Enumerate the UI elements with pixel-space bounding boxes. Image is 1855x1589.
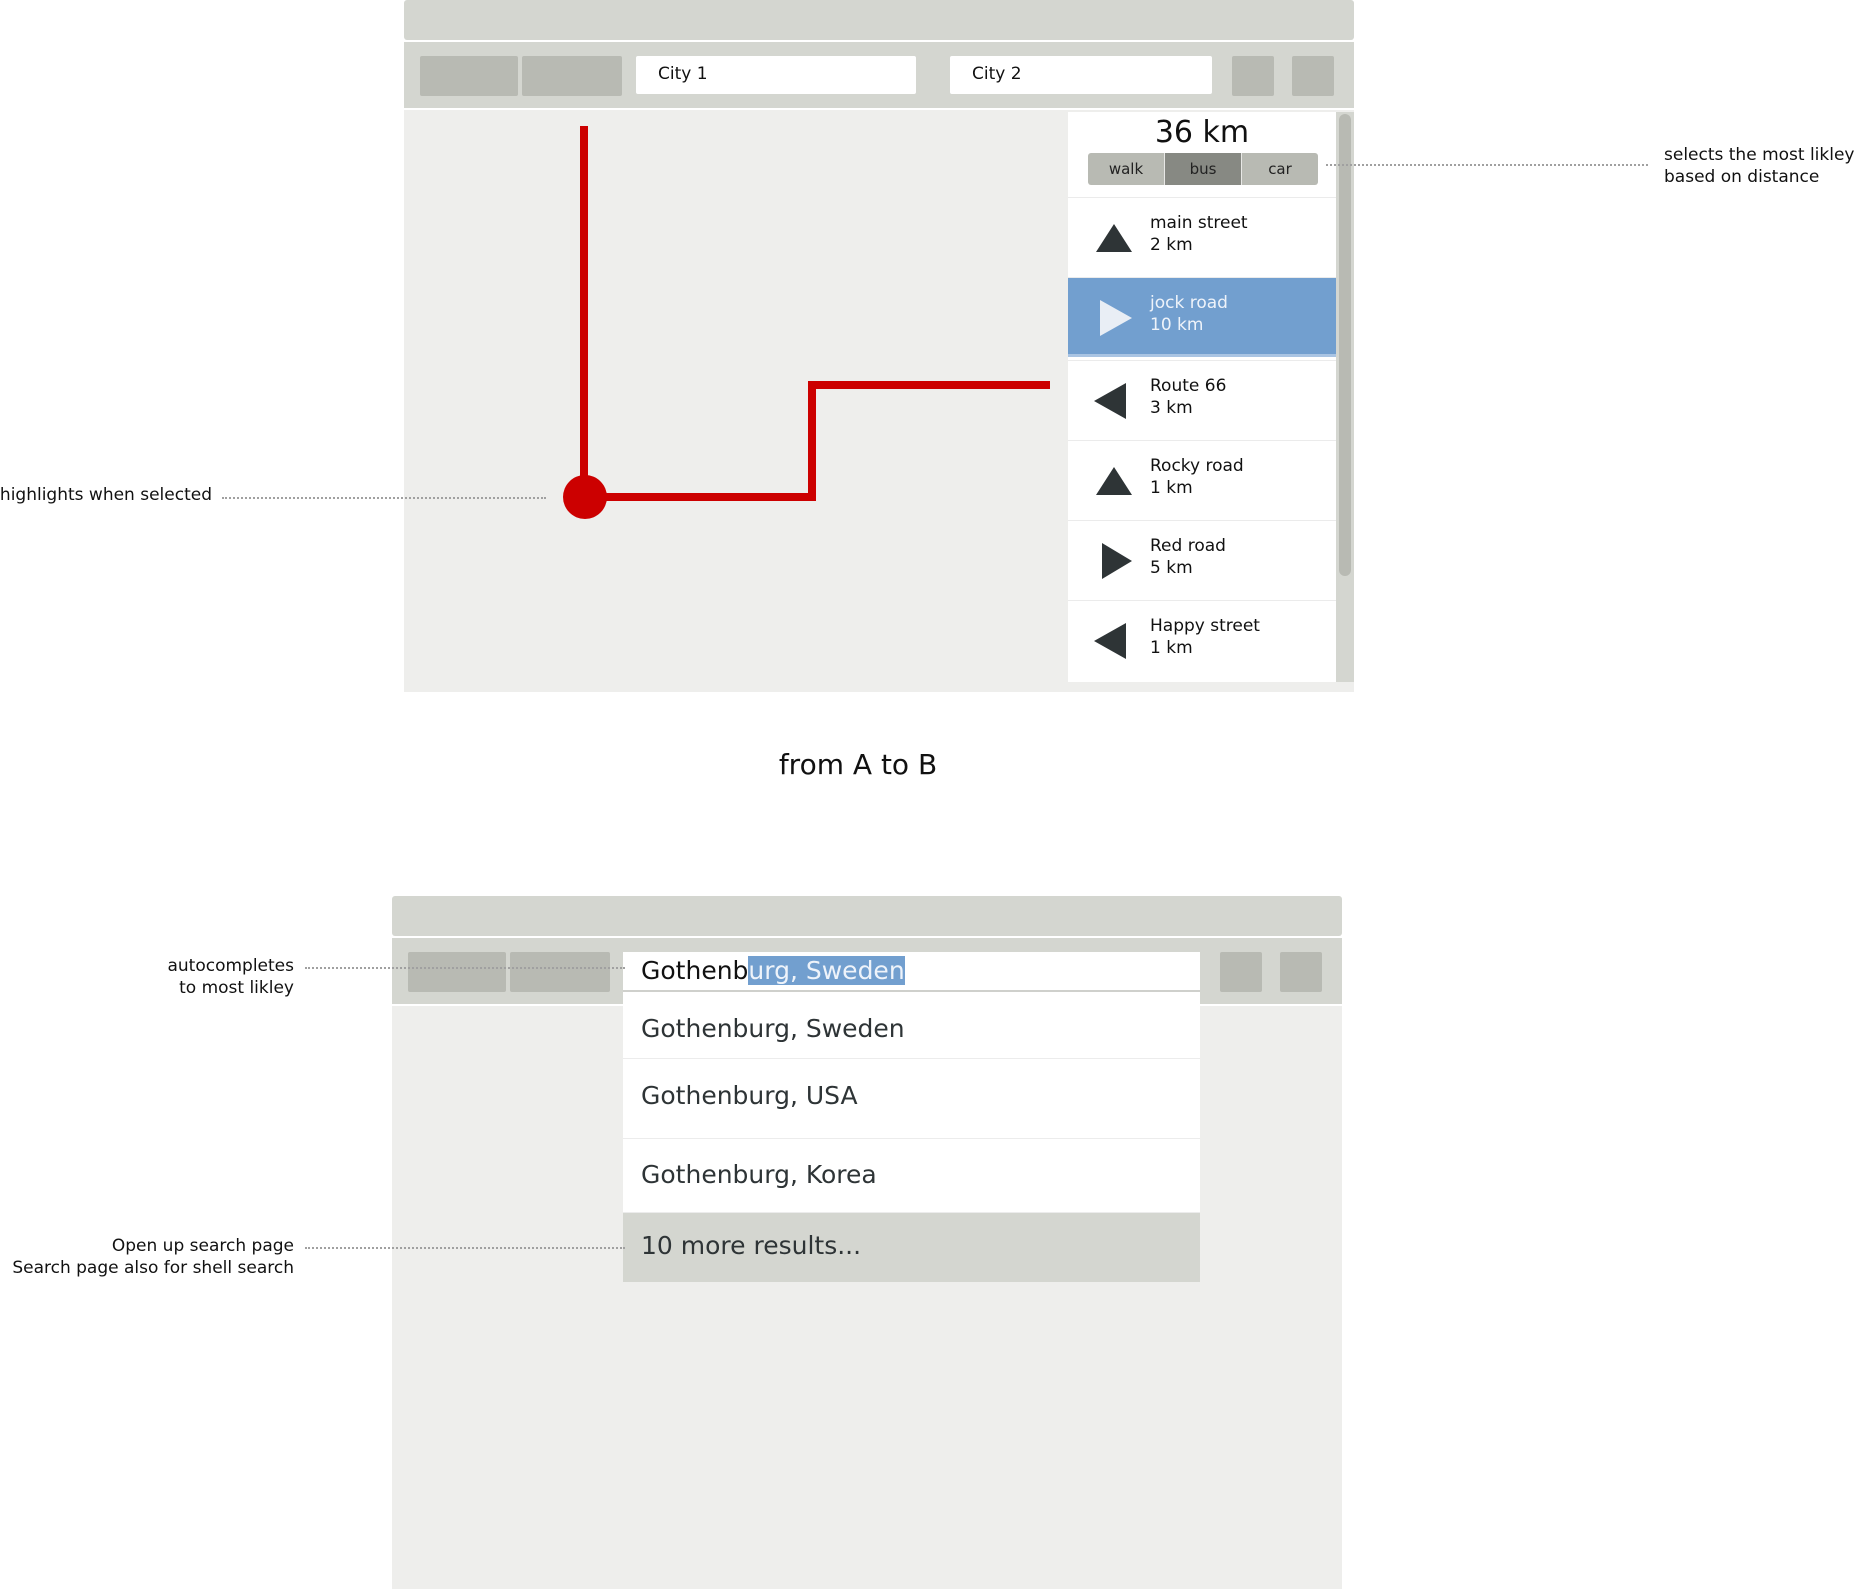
route-step[interactable]: main street 2 km — [1068, 197, 1336, 277]
directions-panel: 36 km walk bus car main street 2 km jock … — [1068, 112, 1336, 682]
suggestion-item[interactable]: Gothenburg, Sweden — [623, 992, 1200, 1059]
annotation-autocomplete: autocompletes to most likley — [167, 955, 294, 999]
toolbar-button-1[interactable] — [1220, 952, 1262, 992]
step-distance: 1 km — [1150, 638, 1193, 658]
back-button[interactable] — [408, 952, 506, 992]
route-path — [563, 126, 1050, 519]
annotation-line — [305, 1247, 625, 1249]
arrow-right-icon — [1100, 300, 1132, 336]
step-distance: 2 km — [1150, 235, 1193, 255]
scrollbar-track[interactable] — [1336, 112, 1354, 682]
step-name: Happy street — [1150, 616, 1260, 636]
annotation-map: highlights when selected — [0, 485, 212, 505]
search-window: Gothenburg, Sweden Gothenburg, Sweden Go… — [392, 896, 1342, 1589]
step-name: Route 66 — [1150, 376, 1227, 396]
city2-input[interactable]: City 2 — [950, 56, 1212, 94]
title-bar — [404, 0, 1354, 40]
step-name: Red road — [1150, 536, 1226, 556]
arrow-up-icon — [1096, 224, 1132, 252]
toolbar-button-2[interactable] — [1292, 56, 1334, 96]
forward-button[interactable] — [522, 56, 622, 96]
route-step[interactable]: Happy street 1 km — [1068, 600, 1336, 680]
search-autocomplete-selection: urg, Sweden — [748, 956, 905, 985]
annotation-more-results: Open up search page Search page also for… — [12, 1235, 294, 1279]
annotation-mode: selects the most likley based on distanc… — [1664, 144, 1855, 188]
transport-mode-selector: walk bus car — [1088, 153, 1318, 185]
autocomplete-dropdown: Gothenburg, Sweden Gothenburg, USA Gothe… — [623, 992, 1200, 1282]
step-distance: 1 km — [1150, 478, 1193, 498]
scrollbar-thumb[interactable] — [1339, 114, 1351, 576]
annotation-line-2: based on distance — [1664, 167, 1820, 187]
step-distance: 10 km — [1150, 315, 1204, 335]
arrow-up-icon — [1096, 467, 1132, 495]
annotation-line-1: Open up search page — [111, 1236, 294, 1256]
route-step[interactable]: Red road 5 km — [1068, 520, 1336, 600]
mode-walk[interactable]: walk — [1088, 153, 1165, 185]
page-caption: from A to B — [778, 748, 938, 781]
step-distance: 5 km — [1150, 558, 1193, 578]
annotation-line-1: autocompletes — [167, 956, 294, 976]
mode-bus[interactable]: bus — [1165, 153, 1242, 185]
title-bar — [392, 896, 1342, 936]
route-window: City 1 City 2 36 km walk bus car main st… — [404, 0, 1354, 692]
arrow-left-icon — [1094, 383, 1126, 419]
annotation-line-1: selects the most likley — [1664, 145, 1855, 165]
more-results-button[interactable]: 10 more results... — [623, 1213, 1200, 1282]
step-name: Rocky road — [1150, 456, 1244, 476]
route-start-marker — [563, 475, 607, 519]
toolbar-button-1[interactable] — [1232, 56, 1274, 96]
step-name: main street — [1150, 213, 1248, 233]
arrow-right-icon — [1102, 543, 1132, 579]
suggestion-item[interactable]: Gothenburg, Korea — [623, 1139, 1200, 1213]
mode-car[interactable]: car — [1242, 153, 1318, 185]
route-step-selected[interactable]: jock road 10 km — [1068, 277, 1336, 357]
suggestion-item[interactable]: Gothenburg, USA — [623, 1059, 1200, 1139]
arrow-left-icon — [1094, 623, 1126, 659]
annotation-line-2: Search page also for shell search — [12, 1258, 294, 1278]
back-button[interactable] — [420, 56, 518, 96]
annotation-line — [305, 967, 625, 969]
total-distance: 36 km — [1154, 115, 1250, 150]
city1-input[interactable]: City 1 — [636, 56, 916, 94]
annotation-line-2: to most likley — [179, 978, 294, 998]
search-typed-text: Gothenb — [641, 956, 749, 985]
route-step[interactable]: Rocky road 1 km — [1068, 440, 1336, 520]
route-step[interactable]: Route 66 3 km — [1068, 360, 1336, 440]
step-distance: 3 km — [1150, 398, 1193, 418]
step-name: jock road — [1150, 293, 1228, 313]
toolbar-button-2[interactable] — [1280, 952, 1322, 992]
search-input[interactable]: Gothenburg, Sweden — [623, 952, 1200, 992]
annotation-line — [1326, 164, 1648, 166]
forward-button[interactable] — [510, 952, 610, 992]
toolbar: City 1 City 2 — [404, 42, 1354, 108]
annotation-line — [222, 497, 546, 499]
